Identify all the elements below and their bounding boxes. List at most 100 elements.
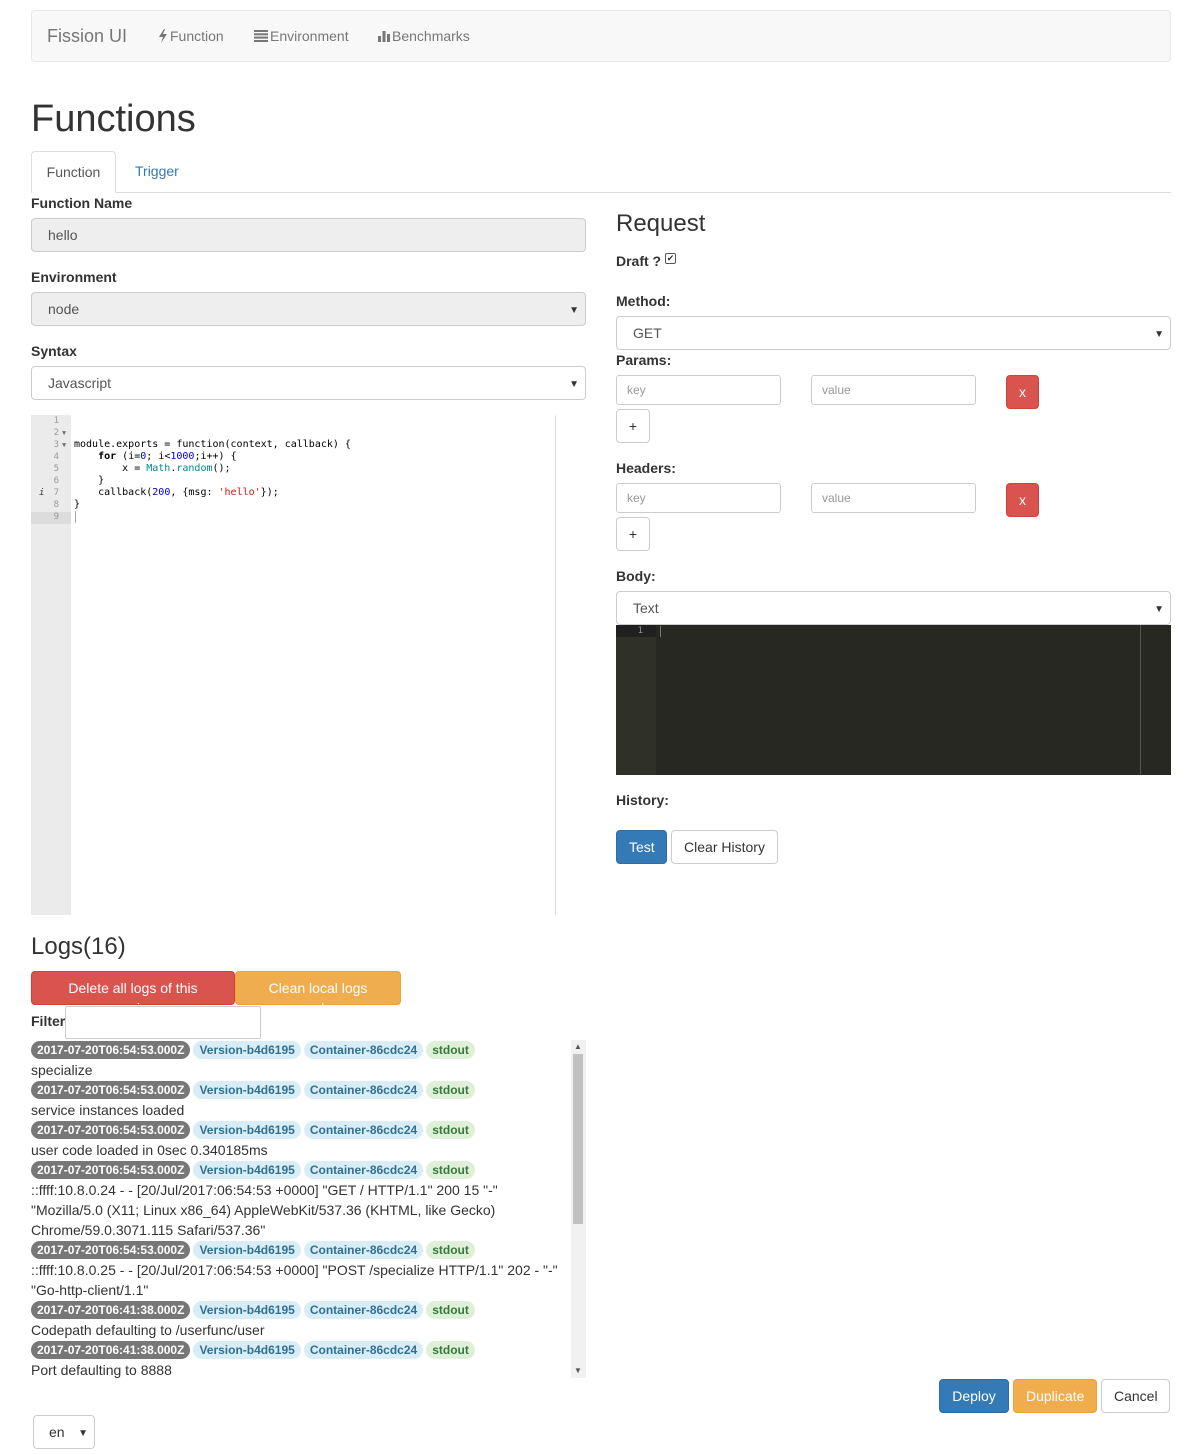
clean-cache-button[interactable]: Clean local logs cache <box>235 971 401 1016</box>
environment-value: node <box>48 301 80 317</box>
log-stream-badge: stdout <box>426 1241 475 1259</box>
nav-item-function[interactable]: Function <box>158 28 224 44</box>
scroll-up-icon[interactable]: ▲ <box>574 1042 582 1051</box>
log-version-badge: Version-b4d6195 <box>193 1301 301 1319</box>
bar-chart-icon <box>378 31 390 42</box>
header-key-input[interactable]: key <box>616 483 781 513</box>
log-container-badge: Container-86cdc24 <box>303 1301 424 1319</box>
code-text: x = Math.random(); <box>74 463 231 474</box>
language-select[interactable]: en ▼ <box>33 1415 95 1449</box>
brand[interactable]: Fission UI <box>47 26 127 47</box>
fold-arrow-icon[interactable]: ▼ <box>62 427 66 439</box>
line-number: 2 <box>53 428 59 438</box>
log-version-badge: Version-b4d6195 <box>193 1241 301 1259</box>
log-stream-badge: stdout <box>426 1081 475 1099</box>
log-text: "Go-http-client/1.1" <box>31 1282 149 1298</box>
line-number: 8 <box>53 500 59 510</box>
code-text: } <box>74 475 105 486</box>
log-time-badge: 2017-07-20T06:54:53.000Z <box>31 1241 191 1259</box>
method-select[interactable]: GET ▼ <box>616 316 1171 350</box>
test-button[interactable]: Test <box>616 830 667 864</box>
log-text: ::ffff:10.8.0.24 - - [20/Jul/2017:06:54:… <box>31 1182 498 1198</box>
remove-param-button[interactable]: x <box>1006 375 1039 409</box>
param-value-input[interactable]: value <box>811 375 976 405</box>
log-text: "Mozilla/5.0 (X11; Linux x86_64) AppleWe… <box>31 1202 496 1218</box>
log-entry: 2017-07-20T06:54:53.000Z Version-b4d6195… <box>31 1161 571 1240</box>
line-number: 1 <box>53 416 59 426</box>
log-version-badge: Version-b4d6195 <box>193 1081 301 1099</box>
code-text: } <box>74 499 81 510</box>
draft-label: Draft ? <box>616 253 662 269</box>
tab-trigger[interactable]: Trigger <box>120 151 194 193</box>
syntax-label: Syntax <box>31 343 77 359</box>
log-entry: 2017-07-20T06:54:53.000Z Version-b4d6195… <box>31 1121 571 1160</box>
line-number: 9 <box>53 512 59 522</box>
body-type-value: Text <box>633 600 659 616</box>
log-container-badge: Container-86cdc24 <box>303 1161 424 1179</box>
params-label: Params: <box>616 352 672 368</box>
syntax-select[interactable]: Javascript ▼ <box>31 366 586 400</box>
log-container-badge: Container-86cdc24 <box>303 1081 424 1099</box>
logs-scrollbar[interactable]: ▲ ▼ <box>571 1040 586 1378</box>
body-label: Body: <box>616 568 656 584</box>
log-entry: 2017-07-20T06:41:38.000Z Version-b4d6195… <box>31 1301 571 1340</box>
history-label: History: <box>616 792 669 808</box>
nav-item-benchmarks[interactable]: Benchmarks <box>378 28 470 44</box>
page-title: Functions <box>31 98 196 140</box>
add-param-button[interactable]: + <box>616 409 650 443</box>
scroll-thumb[interactable] <box>573 1054 583 1224</box>
environment-select[interactable]: node ▼ <box>31 292 586 326</box>
log-container-badge: Container-86cdc24 <box>303 1341 424 1359</box>
add-header-button[interactable]: + <box>616 517 650 551</box>
body-editor[interactable]: 1 <box>616 625 1171 775</box>
code-editor[interactable]: 1 2 ▼ module.exports = function(context, … <box>31 415 556 915</box>
deploy-button[interactable]: Deploy <box>939 1379 1009 1413</box>
log-text: service instances loaded <box>31 1102 185 1118</box>
logs-list[interactable]: 2017-07-20T06:54:53.000Z Version-b4d6195… <box>31 1040 586 1378</box>
log-container-badge: Container-86cdc24 <box>303 1121 424 1139</box>
cancel-button[interactable]: Cancel <box>1101 1379 1170 1413</box>
body-type-select[interactable]: Text ▼ <box>616 591 1171 625</box>
method-value: GET <box>633 325 662 341</box>
headers-label: Headers: <box>616 460 676 476</box>
param-key-input[interactable]: key <box>616 375 781 405</box>
log-version-badge: Version-b4d6195 <box>193 1161 301 1179</box>
log-entry: 2017-07-20T06:41:38.000Z Version-b4d6195… <box>31 1341 571 1378</box>
log-entry: 2017-07-20T06:54:53.000Z Version-b4d6195… <box>31 1041 571 1080</box>
draft-checkbox[interactable]: ✔ <box>665 253 676 264</box>
log-stream-badge: stdout <box>426 1121 475 1139</box>
log-entry: 2017-07-20T06:54:53.000Z Version-b4d6195… <box>31 1241 571 1300</box>
method-label: Method: <box>616 293 671 309</box>
code-text: callback(200, {msg: 'hello'}); <box>74 487 279 498</box>
text-cursor <box>660 626 661 637</box>
log-text: Port defaulting to 8888 <box>31 1362 172 1378</box>
fold-arrow-icon[interactable]: ▼ <box>62 439 66 451</box>
log-time-badge: 2017-07-20T06:54:53.000Z <box>31 1081 191 1099</box>
log-stream-badge: stdout <box>426 1301 475 1319</box>
list-icon <box>254 30 268 42</box>
duplicate-button[interactable]: Duplicate <box>1013 1379 1097 1413</box>
log-text: ::ffff:10.8.0.25 - - [20/Jul/2017:06:54:… <box>31 1262 558 1278</box>
line-number: 4 <box>53 452 59 462</box>
log-stream-badge: stdout <box>426 1161 475 1179</box>
header-value-input[interactable]: value <box>811 483 976 513</box>
nav-item-environment[interactable]: Environment <box>254 28 349 44</box>
line-number: 5 <box>53 464 59 474</box>
tabs-divider <box>31 192 1171 193</box>
delete-logs-button[interactable]: Delete all logs of this version <box>31 971 235 1016</box>
tab-function[interactable]: Function <box>31 151 116 193</box>
function-name-input[interactable]: hello <box>31 218 586 252</box>
print-margin <box>1140 625 1141 775</box>
clear-history-button[interactable]: Clear History <box>671 830 778 864</box>
log-version-badge: Version-b4d6195 <box>193 1041 301 1059</box>
line-number: 6 <box>53 476 59 486</box>
log-container-badge: Container-86cdc24 <box>303 1241 424 1259</box>
language-value: en <box>49 1424 65 1440</box>
log-version-badge: Version-b4d6195 <box>193 1121 301 1139</box>
remove-header-button[interactable]: x <box>1006 483 1039 517</box>
filter-input[interactable] <box>65 1006 261 1039</box>
log-text: specialize <box>31 1062 93 1078</box>
body-editor-gutter <box>616 625 656 775</box>
scroll-down-icon[interactable]: ▼ <box>574 1366 582 1375</box>
text-cursor <box>75 511 76 523</box>
